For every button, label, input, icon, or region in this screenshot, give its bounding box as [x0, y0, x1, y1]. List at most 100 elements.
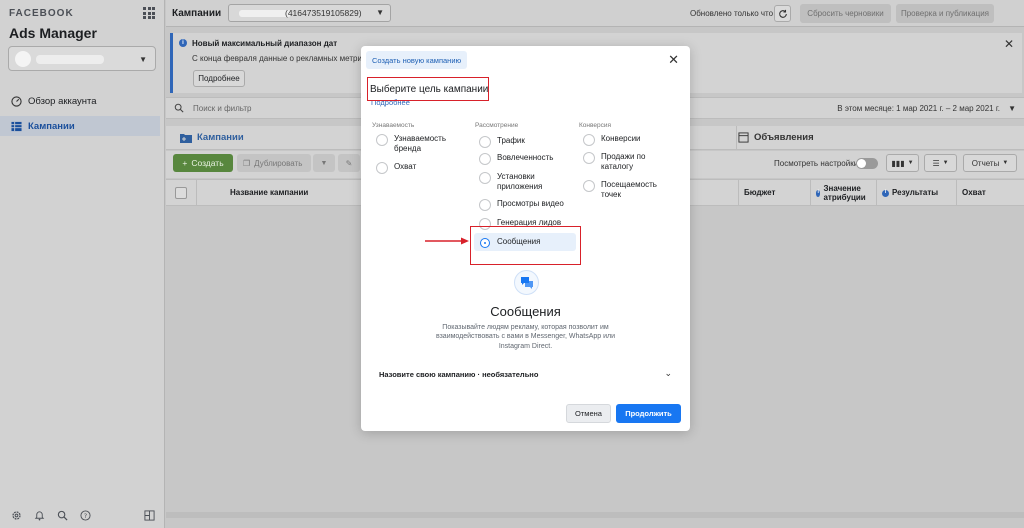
option-label: Трафик [497, 136, 525, 145]
column-header-awareness: Узнаваемость [372, 122, 415, 129]
radio-button[interactable] [376, 134, 388, 146]
tab-label: Объявления [754, 132, 814, 143]
close-icon[interactable]: ✕ [668, 53, 679, 66]
objective-catalog-sales[interactable]: Продажи по каталогу [583, 152, 653, 172]
duplicate-button[interactable]: ❐ Дублировать [237, 154, 311, 172]
avatar [15, 51, 31, 67]
objective-reach[interactable]: Охват [376, 162, 471, 174]
top-bar: Кампании (416473519105829) ▼ Обновлено т… [166, 0, 1024, 27]
breakdown-button[interactable]: ☰ ▼ [924, 154, 957, 172]
annotation-highlight-option [470, 226, 581, 265]
columns-button[interactable]: ▮▮▮ ▼ [886, 154, 919, 172]
gear-icon[interactable] [10, 509, 22, 521]
chevron-down-icon: ▼ [139, 55, 147, 64]
option-label: Узнаваемость бренда [394, 134, 447, 153]
continue-button[interactable]: Продолжить [616, 404, 681, 423]
chevron-down-icon: ▼ [942, 160, 949, 166]
info-icon: i [816, 189, 821, 197]
option-label: Конверсии [601, 134, 641, 143]
campaign-name-section[interactable]: Назовите свою кампанию · необязательно [379, 370, 538, 379]
chevron-down-icon: ▼ [1008, 104, 1016, 113]
dashboard-icon [10, 95, 22, 107]
search-input[interactable]: Поиск и фильтр [193, 104, 251, 113]
breakdown-icon: ☰ [932, 158, 940, 168]
chevron-down-icon: ▼ [1002, 160, 1009, 166]
duplicate-dropdown-button[interactable]: ▼ [313, 154, 335, 172]
sidebar: FACEBOOK Ads Manager ▼ Обзор аккаунта Ка… [0, 0, 165, 528]
radio-button[interactable] [479, 199, 491, 211]
duplicate-label: Дублировать [254, 158, 303, 168]
panel-icon[interactable] [143, 509, 155, 521]
radio-button[interactable] [583, 152, 595, 164]
sidebar-item-label: Обзор аккаунта [28, 95, 97, 107]
svg-text:?: ? [83, 511, 86, 519]
pencil-icon: ✎ [345, 158, 353, 168]
messages-icon [514, 270, 539, 295]
info-icon: i [882, 189, 889, 197]
col-budget[interactable]: Бюджет [738, 180, 810, 206]
radio-button[interactable] [583, 180, 595, 192]
tab-ads[interactable]: Объявления [738, 132, 814, 143]
col-label: Значение атрибуции [823, 183, 866, 202]
search-icon[interactable] [56, 509, 68, 521]
app-title: Ads Manager [9, 25, 97, 41]
account-name-redacted [239, 10, 291, 17]
sidebar-item-label: Кампании [28, 120, 75, 132]
learn-more-button[interactable]: Подробнее [193, 70, 245, 87]
date-range-picker[interactable]: В этом месяце: 1 мар 2021 г. – 2 мар 202… [837, 104, 1000, 113]
discard-drafts-button[interactable]: Сбросить черновики [800, 4, 891, 23]
create-button[interactable]: + Создать [173, 154, 233, 172]
sidebar-item-campaigns[interactable]: Кампании [0, 116, 160, 136]
chevron-down-icon[interactable]: ⌄ [664, 368, 672, 379]
refresh-icon [778, 9, 787, 18]
sidebar-item-overview[interactable]: Обзор аккаунта [0, 91, 160, 111]
dialog-tab-create-campaign[interactable]: Создать новую кампанию [366, 51, 468, 69]
option-label: Установки приложения [497, 172, 543, 191]
cancel-button[interactable]: Отмена [566, 404, 611, 423]
radio-button[interactable] [479, 136, 491, 148]
annotation-highlight-heading [367, 77, 489, 101]
objective-app-installs[interactable]: Установки приложения [479, 172, 549, 192]
radio-button[interactable] [376, 162, 388, 174]
page-title: Кампании [172, 8, 222, 19]
refresh-button[interactable] [774, 5, 791, 22]
app-grid-icon[interactable] [143, 7, 155, 19]
objective-brand-awareness[interactable]: Узнаваемость бренда [376, 134, 471, 154]
ad-icon [738, 132, 749, 143]
tab-campaigns[interactable]: Кампании [180, 132, 244, 143]
objective-traffic[interactable]: Трафик [479, 136, 574, 148]
view-settings-toggle[interactable] [856, 158, 878, 169]
reports-button[interactable]: Отчеты ▼ [963, 154, 1017, 172]
col-reach[interactable]: Охват [956, 180, 1024, 206]
selected-objective-title: Сообщения [490, 304, 561, 319]
objective-video-views[interactable]: Просмотры видео [479, 199, 574, 211]
close-icon[interactable]: ✕ [1004, 37, 1014, 51]
sidebar-footer: ? [10, 509, 155, 521]
copy-icon: ❐ [243, 158, 251, 168]
radio-button[interactable] [479, 153, 491, 165]
col-results[interactable]: i Результаты [876, 180, 956, 206]
radio-button[interactable] [479, 172, 491, 184]
ad-account-selector[interactable]: (416473519105829) ▼ [228, 4, 391, 22]
bell-icon[interactable] [33, 509, 45, 521]
horizontal-scrollbar[interactable] [166, 512, 1024, 518]
column-header-consideration: Рассмотрение [475, 122, 519, 129]
col-attribution[interactable]: i Значение атрибуции [810, 180, 876, 206]
objective-engagement[interactable]: Вовлеченность [479, 153, 574, 165]
objective-conversions[interactable]: Конверсии [583, 134, 678, 146]
update-status: Обновлено только что [690, 9, 774, 18]
col-campaign-name[interactable]: Название кампании [226, 180, 356, 206]
select-all-checkbox[interactable] [175, 187, 187, 199]
chevron-down-icon: ▼ [907, 160, 914, 166]
account-selector[interactable]: ▼ [8, 46, 156, 71]
review-publish-button[interactable]: Проверка и публикация [896, 4, 994, 23]
radio-button[interactable] [583, 134, 595, 146]
option-label: Посещаемость точек [601, 180, 657, 199]
banner-title: Новый максимальный диапазон дат [192, 39, 338, 48]
help-icon[interactable]: ? [79, 509, 91, 521]
col-label: Результаты [892, 188, 939, 198]
objective-store-traffic[interactable]: Посещаемость точек [583, 180, 663, 200]
edit-button[interactable]: ✎ [338, 154, 360, 172]
tab-label: Кампании [197, 132, 244, 143]
option-label: Охват [394, 162, 417, 171]
